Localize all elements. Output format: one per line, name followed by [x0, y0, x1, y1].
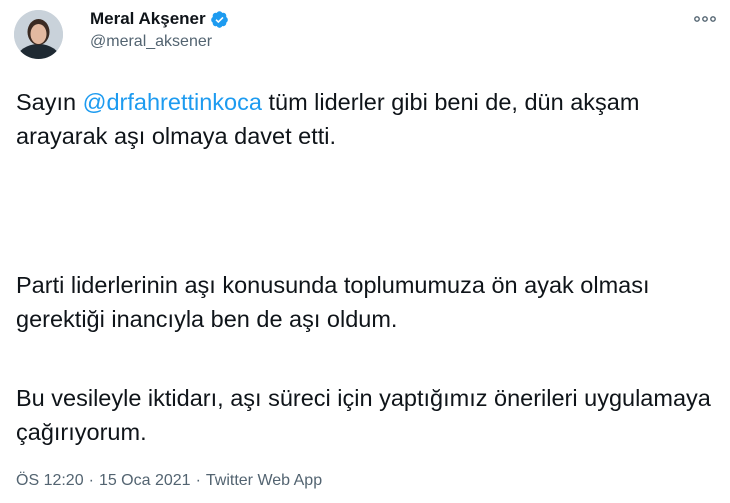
user-handle[interactable]: @meral_aksener [90, 33, 229, 51]
tweet-paragraph-3: Bu vesileyle iktidarı, aşı süreci için y… [16, 385, 711, 445]
display-name[interactable]: Meral Akşener [90, 9, 206, 29]
avatar[interactable] [14, 10, 63, 59]
tweet-text-prefix: Sayın [16, 89, 83, 115]
verified-badge-icon [210, 10, 229, 29]
tweet-source-link[interactable]: Twitter Web App [206, 472, 322, 489]
tweet-paragraph-2: Parti liderlerinin aşı konusunda toplumu… [16, 272, 650, 332]
tweet-paragraph-1: Sayın @drfahrettinkoca tüm liderler gibi… [16, 85, 716, 153]
more-options-icon[interactable] [692, 10, 718, 28]
mention-link[interactable]: @drfahrettinkoca [83, 89, 262, 115]
meta-separator: · [195, 472, 201, 489]
name-row: Meral Akşener [90, 8, 229, 30]
tweet-meta: ÖS 12:20 · 15 Oca 2021 · Twitter Web App [16, 472, 322, 490]
author-block: Meral Akşener @meral_aksener [90, 8, 229, 51]
meta-separator: · [88, 472, 94, 489]
tweet-date-link[interactable]: 15 Oca 2021 [99, 472, 191, 489]
tweet: Meral Akşener @meral_aksener Sayın @drfa… [0, 0, 730, 503]
tweet-time-link[interactable]: ÖS 12:20 [16, 472, 84, 489]
